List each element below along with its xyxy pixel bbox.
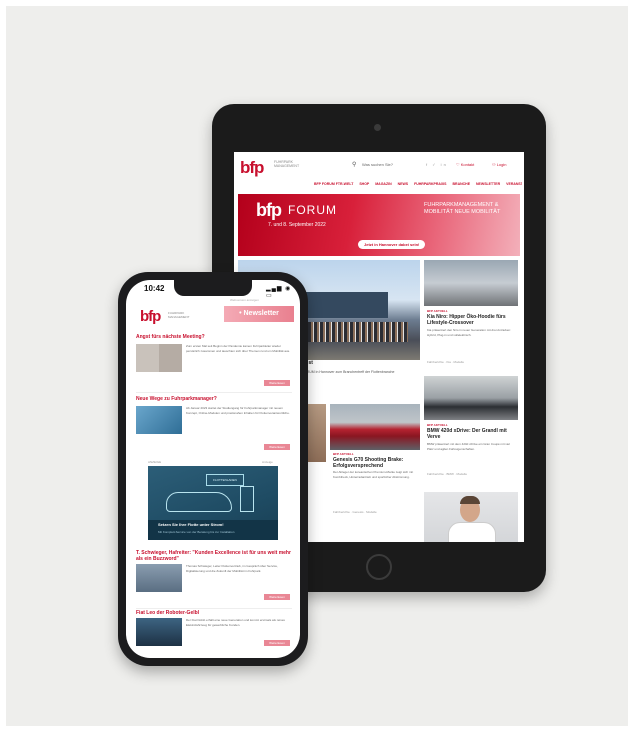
hero-cta-button[interactable]: Jetzt in Hannover dabei sein!: [358, 240, 426, 249]
ad-banner[interactable]: FLOTTENLADEN Setzen Sie Ihre Flotte unte…: [148, 466, 278, 540]
read-more-button[interactable]: Weiterlesen: [264, 380, 290, 386]
hero-logo: bfp: [256, 200, 282, 220]
nav-item[interactable]: MAGAZIN: [375, 182, 391, 190]
hero-forum-title: FORUM: [288, 203, 337, 217]
card-tag: BFP AKTUELL: [427, 423, 448, 427]
portrait-body: [448, 522, 496, 542]
bfp-logo[interactable]: bfp: [140, 308, 161, 325]
article-headline[interactable]: Angst fürs nächste Meeting?: [136, 334, 292, 340]
home-button-icon[interactable]: [366, 554, 392, 580]
newsletter-article[interactable]: Fiat Leo der Roboter-Gelbl Der Fiat Dobl…: [136, 610, 292, 654]
article-text: Zum ersten Mal seit Beginn der Pandemie …: [186, 344, 290, 353]
card-tag: BFP AKTUELL: [427, 309, 448, 313]
newsletter-article[interactable]: T. Schwieger, Hafreiter: "Kunden Excelle…: [136, 550, 292, 608]
read-more-button[interactable]: Weiterlesen: [264, 444, 290, 450]
card-image: [330, 404, 420, 450]
tablet-camera-icon: [374, 124, 381, 131]
newsletter-article[interactable]: Angst fürs nächste Meeting? Zum ersten M…: [136, 334, 292, 390]
banner-label: FLOTTENLADEN: [206, 474, 244, 486]
forum-hero-banner[interactable]: bfp FORUM 7. und 8. September 2022 FUHRP…: [238, 194, 520, 256]
banner-tag: ANZEIGE: [148, 460, 162, 464]
article-text: Der Fiat Doblò erhält eine neue Generati…: [186, 618, 285, 627]
read-more-button[interactable]: Weiterlesen: [264, 594, 290, 600]
newsletter-article[interactable]: Neue Wege zu Fuhrparkmanager? Ab Januar …: [136, 396, 292, 454]
portrait-hair: [460, 496, 480, 504]
article-image[interactable]: [136, 564, 182, 592]
search-input[interactable]: Was suchen Sie?: [362, 162, 393, 167]
card-headline[interactable]: BMW 420d xDrive: Der Grandl mit Verve: [427, 428, 513, 440]
nav-item[interactable]: BFP FORUM FTR-WELT: [314, 182, 353, 190]
card-body: BMW präsentiert mit dem 420d xDrive ein …: [427, 442, 510, 451]
hero-date: 7. und 8. September 2022: [268, 222, 326, 228]
divider: [136, 608, 292, 609]
nav-item[interactable]: VERANSTALTUNGEN: [506, 182, 522, 190]
read-more-button[interactable]: Weiterlesen: [264, 640, 290, 646]
nav-item[interactable]: SHOP: [359, 182, 369, 190]
portrait-image[interactable]: [424, 492, 518, 542]
phone-notch: [174, 280, 252, 296]
social-icons[interactable]: f ✓ in: [426, 162, 448, 167]
kontakt-link[interactable]: ♡ Kontakt: [456, 162, 474, 167]
charger-icon: [240, 486, 254, 512]
article-image[interactable]: [136, 406, 182, 434]
phone-screen: 10:42 ▂▄▆ ◉ ▭ Webversion anzeigen bfp FU…: [126, 280, 300, 658]
nav-item[interactable]: BRANCHE: [453, 182, 471, 190]
bfp-logo[interactable]: bfp: [240, 158, 264, 178]
article-text: Ab Januar 2023 startet der Studiengang f…: [186, 406, 290, 415]
article-text: Thomas Schwieger, Leiter Flottenvertrieb…: [186, 564, 278, 573]
divider: [136, 392, 292, 393]
banner-title: Setzen Sie Ihre Flotte unter Strom!: [158, 522, 224, 527]
news-card[interactable]: BFP AKTUELL Genesis G70 Shooting Brake: …: [330, 404, 420, 524]
card-headline[interactable]: Kia Niro: Hipper Öko-Hoodie fürs Lifesty…: [427, 314, 513, 326]
tablet-header: bfp FUHRPARK MANAGEMENT ⚲ Was suchen Sie…: [234, 152, 524, 180]
hero-tagline: FUHRPARKMANAGEMENT & MOBILITÄT NEUE MOBI…: [424, 202, 501, 215]
nav-item[interactable]: FUHRPARKPRAXIS: [414, 182, 446, 190]
article-image[interactable]: [136, 344, 182, 372]
logo-subtitle: FUHRPARK MANAGEMENT: [274, 160, 300, 168]
card-image: [424, 376, 518, 420]
banner-ad-label: Anzeige: [262, 460, 273, 464]
phone-device: 10:42 ▂▄▆ ◉ ▭ Webversion anzeigen bfp FU…: [118, 272, 308, 666]
article-image[interactable]: [136, 618, 182, 646]
news-card[interactable]: BFP AKTUELL Kia Niro: Hipper Öko-Hoodie …: [424, 260, 518, 372]
status-icons: ▂▄▆ ◉ ▭: [266, 286, 292, 299]
card-image: [424, 260, 518, 306]
car-icon: [166, 492, 232, 512]
nav-item[interactable]: NEWS: [398, 182, 409, 190]
login-link[interactable]: ⚇ Login: [492, 162, 506, 167]
background-stage: bfp FUHRPARK MANAGEMENT ⚲ Was suchen Sie…: [6, 6, 628, 726]
card-body: Der Ableger der koreanischen Premium-Mar…: [333, 470, 414, 479]
logo-subtitle: FUHRPARK MANAGEMENT: [168, 311, 190, 319]
main-nav: BFP FORUM FTR-WELT SHOP MAGAZIN NEWS FUH…: [314, 182, 522, 190]
card-body: Kia präsentiert den Niro in neuer Genera…: [427, 328, 511, 337]
card-meta: Fahrberichte · BMW · Modelle: [427, 472, 468, 476]
banner-subtitle: Mit Komplett-Service von der Beratung bi…: [158, 530, 235, 534]
status-time: 10:42: [144, 284, 165, 293]
card-tag: BFP AKTUELL: [333, 452, 354, 456]
search-icon[interactable]: ⚲: [352, 161, 356, 168]
newsletter-badge: • Newsletter: [224, 306, 294, 322]
news-card[interactable]: BFP AKTUELL BMW 420d xDrive: Der Grandl …: [424, 376, 518, 488]
article-headline[interactable]: Neue Wege zu Fuhrparkmanager?: [136, 396, 292, 402]
webversion-link[interactable]: Webversion anzeigen: [230, 298, 259, 302]
nav-item[interactable]: NEWSLETTER: [476, 182, 500, 190]
card-meta: Fahrberichte · Genesis · Modelle: [333, 510, 377, 514]
card-meta: Fahrberichte · Kia · Modelle: [427, 360, 465, 364]
card-headline[interactable]: Genesis G70 Shooting Brake: Erfolgsversp…: [333, 457, 419, 469]
article-headline[interactable]: T. Schwieger, Hafreiter: "Kunden Excelle…: [136, 550, 292, 562]
article-headline[interactable]: Fiat Leo der Roboter-Gelbl: [136, 610, 292, 616]
